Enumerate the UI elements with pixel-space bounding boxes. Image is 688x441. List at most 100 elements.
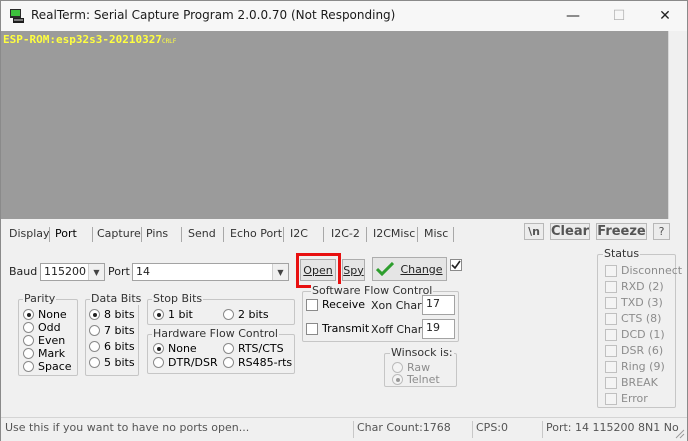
winsock-option-label: Telnet: [407, 373, 440, 386]
tab-divider: [323, 227, 324, 242]
tab-display[interactable]: Display: [9, 227, 50, 240]
tab-divider: [141, 227, 142, 242]
status-title: Status: [603, 247, 641, 260]
newline-button[interactable]: \n: [524, 223, 544, 240]
maximize-button[interactable]: ☐: [596, 1, 642, 31]
hwflow-dtrdsr-radio[interactable]: DTR/DSR: [153, 356, 218, 369]
stop-bits-option-label: 1 bit: [168, 308, 193, 321]
parity-even-radio[interactable]: Even: [23, 334, 65, 347]
xoff-input[interactable]: 19: [422, 319, 455, 339]
data-bits-8-radio[interactable]: 8 bits: [89, 308, 135, 321]
data-bits-6-radio[interactable]: 6 bits: [89, 340, 135, 353]
port-select[interactable]: 14 ▼: [132, 263, 289, 281]
hwflow-rs485-radio[interactable]: RS485-rts: [223, 356, 292, 369]
tab-divider: [181, 227, 182, 242]
spy-button[interactable]: Spy: [342, 259, 365, 281]
parity-option-label: None: [38, 308, 67, 321]
data-bits-option-label: 8 bits: [104, 308, 135, 321]
status-disconnect[interactable]: Disconnect: [605, 264, 682, 277]
tab-divider: [417, 227, 418, 242]
parity-odd-radio[interactable]: Odd: [23, 321, 61, 334]
tab-i2c-2[interactable]: I2C-2: [331, 227, 360, 240]
tab-capture[interactable]: Capture: [97, 227, 141, 240]
change-button[interactable]: Change: [372, 257, 447, 281]
tab-port[interactable]: Port: [55, 227, 77, 240]
radio-icon: [23, 348, 34, 359]
hwflow-rtscts-radio[interactable]: RTS/CTS: [223, 342, 284, 355]
tab-divider: [223, 227, 224, 242]
hwflow-none-radio[interactable]: None: [153, 342, 197, 355]
baud-value: 115200: [44, 265, 86, 278]
resize-grip-icon[interactable]: [673, 427, 685, 439]
baud-select[interactable]: 115200 ▼: [40, 263, 105, 281]
data-bits-7-radio[interactable]: 7 bits: [89, 324, 135, 337]
data-bits-title: Data Bits: [90, 292, 143, 305]
chevron-down-icon[interactable]: ▼: [272, 264, 288, 280]
baud-label: Baud: [9, 265, 38, 278]
tab-divider: [453, 227, 454, 242]
realterm-window: RealTerm: Serial Capture Program 2.0.0.7…: [0, 0, 688, 441]
status-label: CTS (8): [621, 312, 662, 325]
checkbox-icon: [605, 264, 617, 277]
tab-echo-port[interactable]: Echo Port: [230, 227, 282, 240]
chevron-down-icon[interactable]: ▼: [88, 264, 104, 280]
tab-send[interactable]: Send: [188, 227, 216, 240]
close-button[interactable]: ✕: [642, 1, 688, 31]
radio-icon: [23, 335, 34, 346]
status-hint: Use this if you want to have no ports op…: [5, 421, 250, 434]
crlf-marker: CRLF: [161, 38, 177, 45]
indicator-icon: [605, 312, 617, 325]
status-error: Error: [605, 392, 648, 405]
port-value: 14: [136, 265, 150, 278]
tab-divider: [92, 227, 93, 242]
clear-button[interactable]: Clear: [550, 223, 590, 240]
tab-i2c[interactable]: I2C: [290, 227, 308, 240]
status-break[interactable]: BREAK: [605, 376, 658, 389]
software-flow-title: Software Flow Control: [311, 284, 434, 297]
radio-icon: [89, 357, 100, 368]
data-bits-5-radio[interactable]: 5 bits: [89, 356, 135, 369]
swflow-receive-checkbox[interactable]: Receive: [306, 298, 365, 311]
tab-i2cmisc[interactable]: I2CMisc: [373, 227, 415, 240]
port-info: Port: 14 115200 8N1 No: [542, 421, 679, 438]
parity-title: Parity: [23, 292, 57, 305]
stop-bits-1-radio[interactable]: 1 bit: [153, 308, 193, 321]
data-bits-option-label: 7 bits: [104, 324, 135, 337]
hwflow-option-label: RTS/CTS: [238, 342, 284, 355]
winsock-title: Winsock is:: [390, 346, 454, 359]
change-checkbox[interactable]: [450, 259, 462, 271]
parity-none-radio[interactable]: None: [23, 308, 67, 321]
radio-icon: [153, 309, 164, 320]
radio-icon: [89, 325, 100, 336]
terminal-display[interactable]: ESP-ROM:esp32s3-20210327CRLF: [1, 31, 668, 219]
terminal-line: ESP-ROM:esp32s3-20210327: [3, 33, 162, 46]
status-label: TXD (3): [621, 296, 663, 309]
status-label: BREAK: [621, 376, 658, 389]
help-button[interactable]: ?: [653, 223, 670, 240]
status-dsr: DSR (6): [605, 344, 663, 357]
swflow-transmit-checkbox[interactable]: Transmit: [306, 322, 369, 335]
indicator-icon: [605, 360, 617, 373]
tab-divider: [366, 227, 367, 242]
data-bits-option-label: 6 bits: [104, 340, 135, 353]
minimize-button[interactable]: —: [550, 1, 596, 31]
indicator-icon: [605, 296, 617, 309]
xon-value: 17: [426, 297, 440, 310]
xon-input[interactable]: 17: [422, 295, 455, 315]
minimize-icon: —: [566, 8, 580, 24]
tab-misc[interactable]: Misc: [424, 227, 448, 240]
status-label: DSR (6): [621, 344, 664, 357]
checkbox-icon: [306, 298, 318, 311]
parity-space-radio[interactable]: Space: [23, 360, 72, 373]
tab-pins[interactable]: Pins: [146, 227, 168, 240]
winsock-telnet-radio[interactable]: Telnet: [392, 373, 440, 386]
parity-mark-radio[interactable]: Mark: [23, 347, 65, 360]
status-ring: Ring (9): [605, 360, 665, 373]
status-label: RXD (2): [621, 280, 664, 293]
stop-bits-2-radio[interactable]: 2 bits: [223, 308, 269, 321]
freeze-button[interactable]: Freeze: [596, 223, 647, 240]
radio-icon: [23, 309, 34, 320]
highlight-box: [296, 253, 341, 288]
terminal-scrollbar[interactable]: [668, 31, 687, 219]
status-dcd: DCD (1): [605, 328, 665, 341]
